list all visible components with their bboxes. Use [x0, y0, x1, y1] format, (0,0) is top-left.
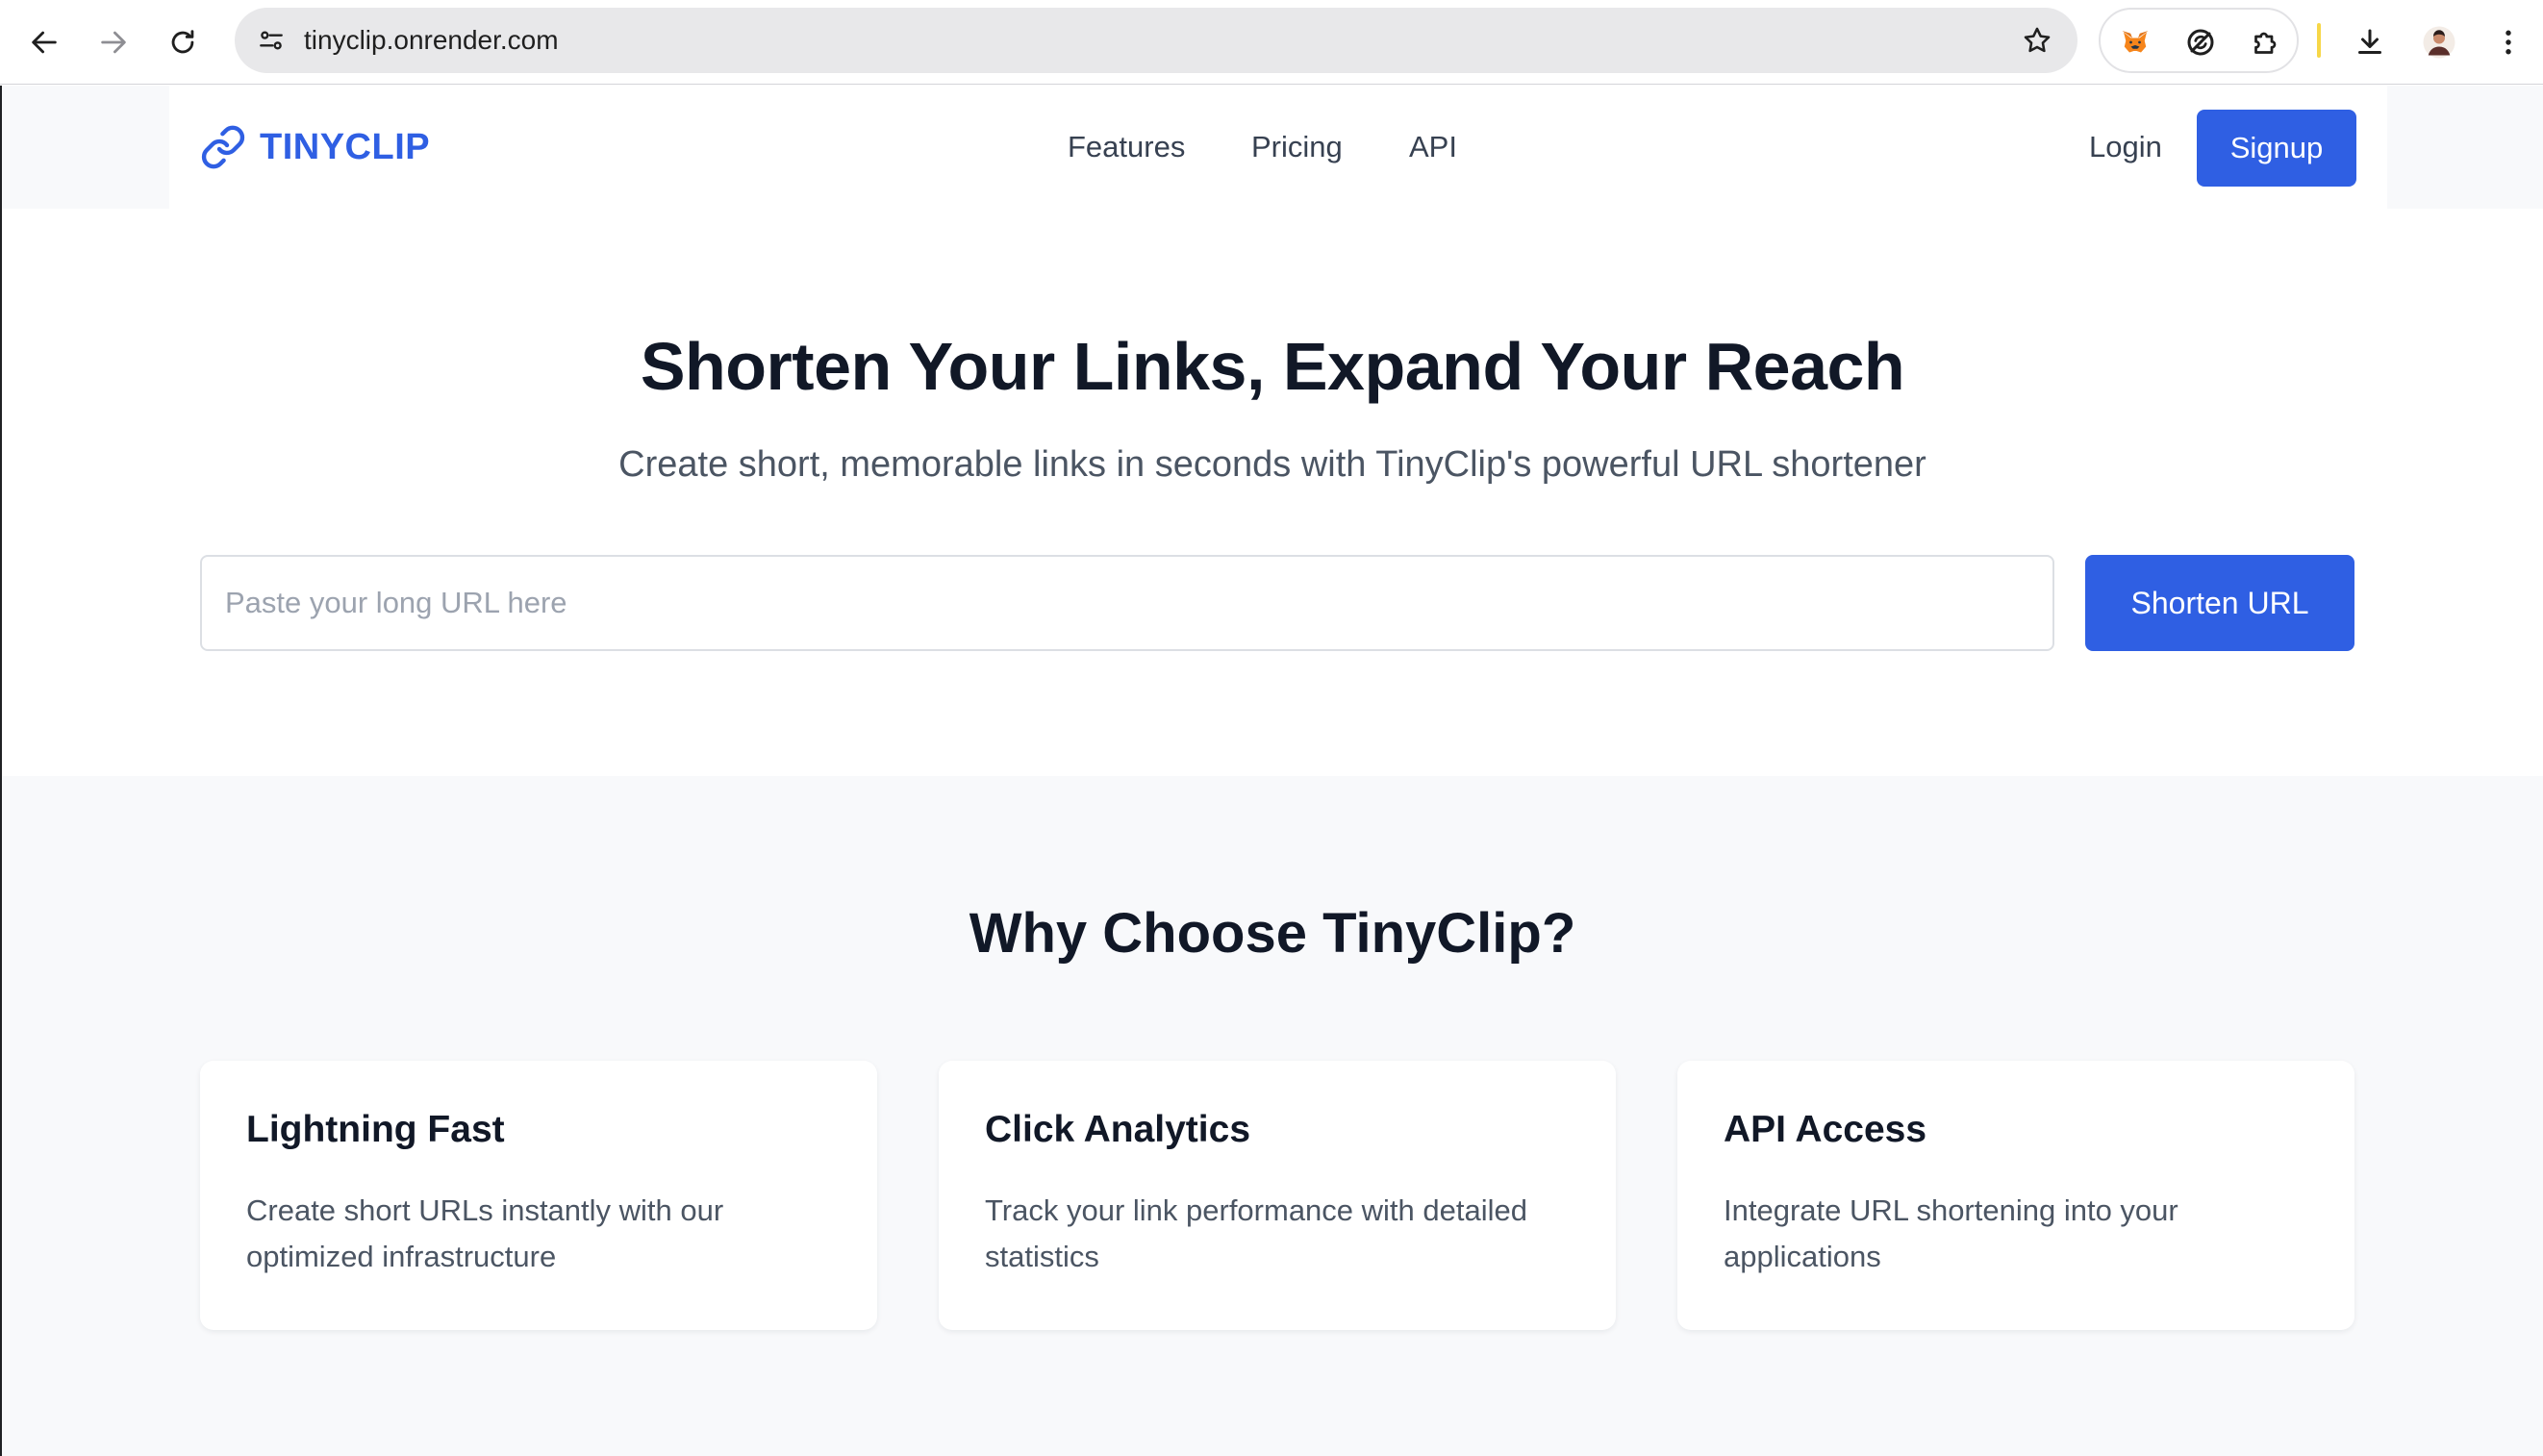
feature-card-title: Lightning Fast — [246, 1109, 505, 1150]
features-title: Why Choose TinyClip? — [969, 902, 1576, 965]
back-button[interactable] — [15, 13, 73, 71]
shorten-url-button[interactable]: Shorten URL — [2085, 555, 2354, 651]
reload-icon — [171, 30, 194, 54]
back-arrow-icon — [32, 31, 57, 54]
reload-button[interactable] — [154, 13, 212, 71]
profile-button[interactable] — [2410, 13, 2468, 71]
site-info-button[interactable] — [248, 17, 294, 63]
extensions-group — [2099, 8, 2299, 73]
fox-icon — [2122, 31, 2149, 53]
site-logo[interactable]: TINYCLIP — [200, 118, 430, 176]
hero-subtitle: Create short, memorable links in seconds… — [618, 444, 1926, 485]
feature-card-description: Create short URLs instantly with our opt… — [246, 1193, 724, 1273]
nav-link-api[interactable]: API — [1409, 124, 1457, 170]
metamask-extension[interactable] — [2110, 17, 2160, 67]
link-icon — [201, 125, 245, 169]
url-input[interactable] — [200, 555, 2054, 651]
site-header: TINYCLIP Features Pricing API Login Sign… — [169, 86, 2387, 209]
nav-link-pricing[interactable]: Pricing — [1251, 124, 1343, 170]
feature-card-api-access: API Access Integrate URL shortening into… — [1677, 1061, 2354, 1330]
feature-card-lightning-fast: Lightning Fast Create short URLs instant… — [200, 1061, 877, 1330]
site-settings-icon — [260, 31, 283, 50]
no-sync-icon — [2187, 29, 2214, 56]
feature-card-description: Track your link performance with detaile… — [985, 1193, 1527, 1273]
star-icon — [2024, 27, 2051, 53]
kebab-menu-icon — [2505, 30, 2511, 55]
feature-card-click-analytics: Click Analytics Track your link performa… — [939, 1061, 1616, 1330]
address-bar[interactable]: tinyclip.onrender.com — [235, 8, 2077, 73]
forward-button[interactable] — [85, 13, 142, 71]
sync-extension[interactable] — [2176, 17, 2226, 67]
puzzle-icon — [2254, 32, 2277, 54]
features-section: Why Choose TinyClip? Lightning Fast Crea… — [2, 776, 2543, 1456]
nav-link-features[interactable]: Features — [1068, 124, 1185, 170]
extensions-menu-button[interactable] — [2241, 17, 2291, 67]
feature-card-title: Click Analytics — [985, 1109, 1251, 1150]
bookmark-button[interactable] — [2014, 17, 2060, 63]
downloads-button[interactable] — [2341, 13, 2399, 71]
avatar-icon — [2423, 26, 2455, 59]
feature-card-description: Integrate URL shortening into your appli… — [1724, 1193, 2178, 1273]
login-link[interactable]: Login — [2089, 124, 2162, 170]
hero-title: Shorten Your Links, Expand Your Reach — [640, 329, 1905, 404]
browser-toolbar: tinyclip.onrender.com — [0, 0, 2543, 85]
feature-card-title: API Access — [1724, 1109, 1927, 1150]
browser-menu-button[interactable] — [2480, 13, 2537, 71]
address-url[interactable]: tinyclip.onrender.com — [304, 8, 559, 73]
web-page: TINYCLIP Features Pricing API Login Sign… — [0, 86, 2543, 1456]
signup-button[interactable]: Signup — [2197, 110, 2356, 187]
download-icon — [2358, 29, 2381, 54]
toolbar-separator — [2317, 23, 2321, 58]
forward-arrow-icon — [101, 31, 126, 54]
logo-text: TINYCLIP — [260, 126, 431, 167]
